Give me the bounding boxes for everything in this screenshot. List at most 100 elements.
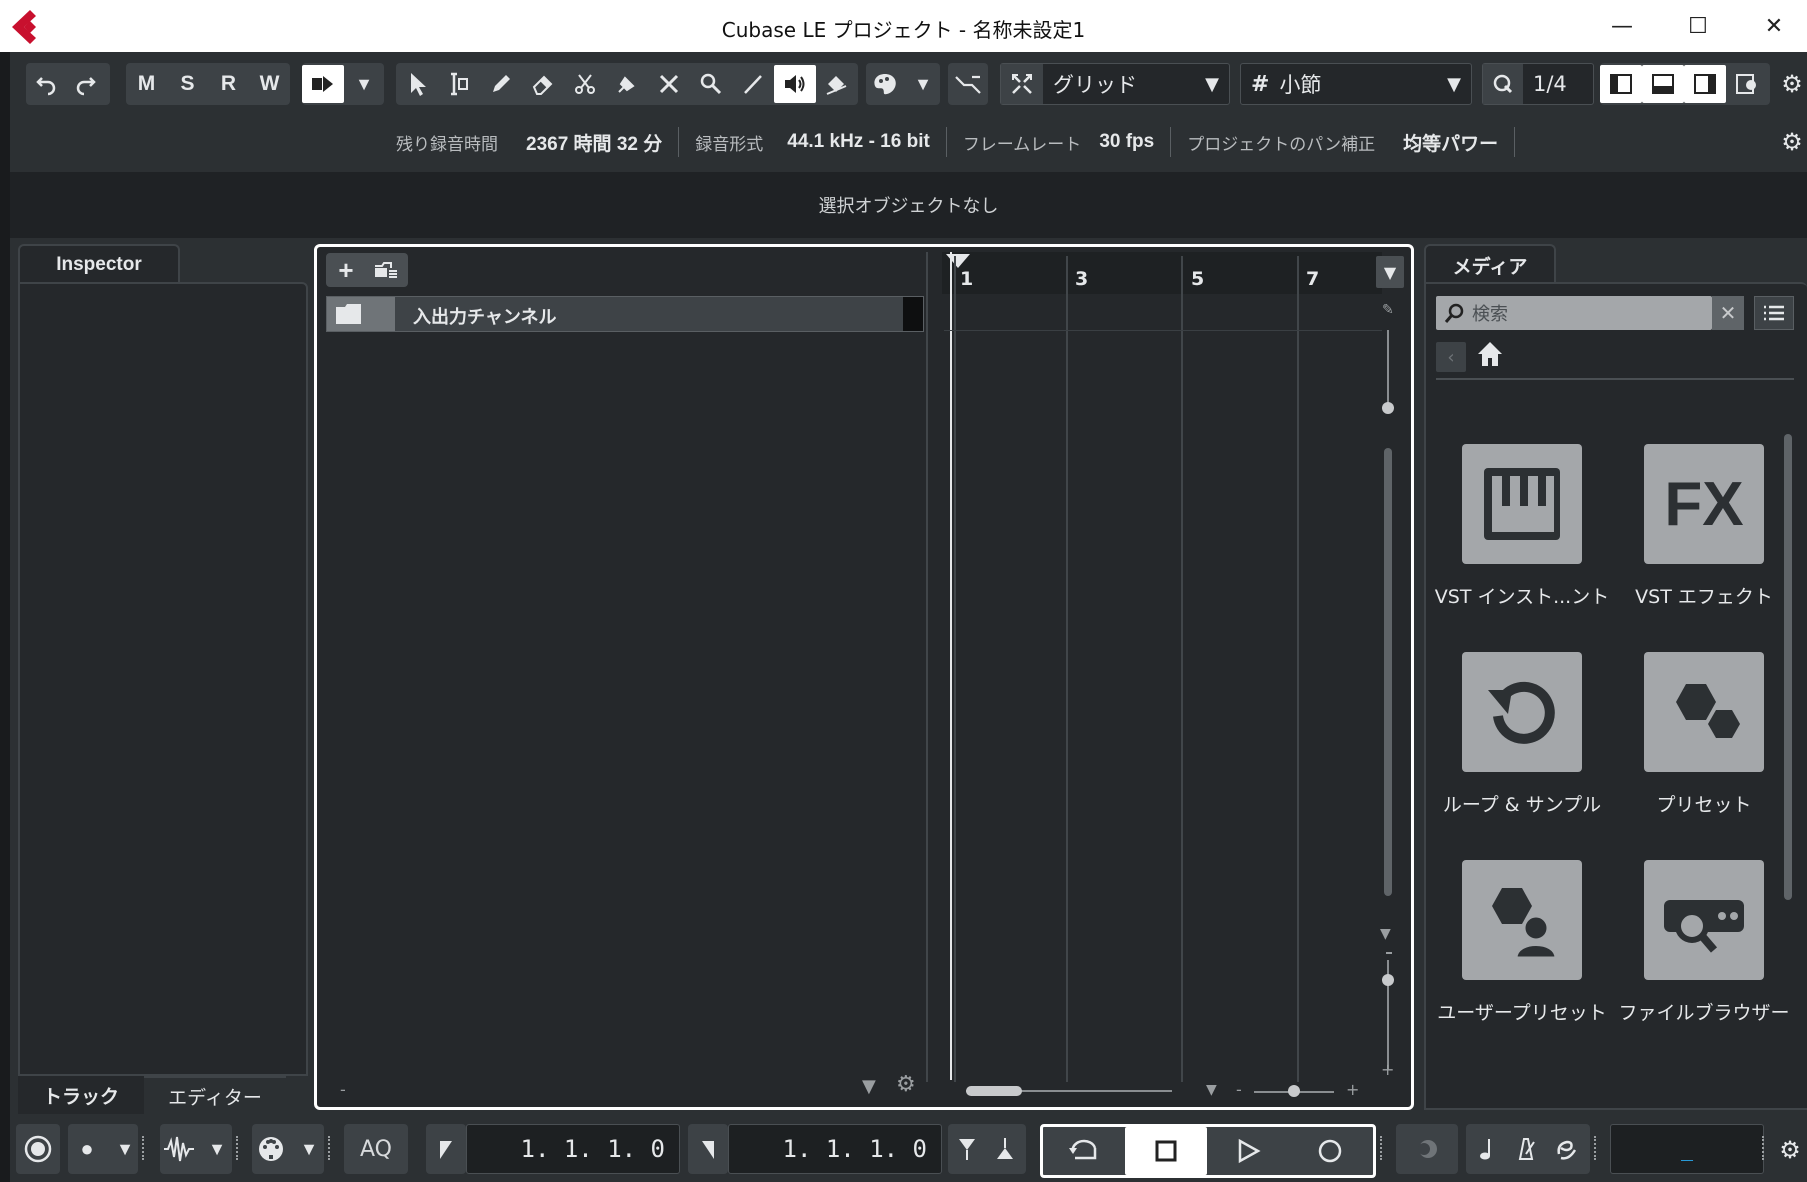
erase-tool[interactable] bbox=[522, 65, 564, 103]
media-search-input[interactable]: 検索 bbox=[1436, 296, 1712, 330]
vst-instruments-tile[interactable] bbox=[1462, 444, 1582, 564]
object-select-tool[interactable] bbox=[396, 65, 438, 103]
solo-button[interactable]: S bbox=[167, 65, 208, 103]
chevron-down-icon[interactable]: ▼ bbox=[1206, 1082, 1217, 1098]
vertical-scrollbar[interactable] bbox=[1384, 448, 1392, 896]
undo-button[interactable] bbox=[26, 65, 66, 103]
auto-scroll-button[interactable] bbox=[948, 65, 988, 103]
play-button[interactable] bbox=[1207, 1127, 1289, 1175]
punch-in-button[interactable] bbox=[948, 1130, 986, 1168]
play-tool[interactable] bbox=[774, 65, 816, 103]
file-browser-tile[interactable] bbox=[1644, 860, 1764, 980]
zoom-tool[interactable] bbox=[690, 65, 732, 103]
performance-meter-button[interactable] bbox=[16, 1130, 60, 1168]
grip-divider[interactable] bbox=[328, 1136, 332, 1160]
vst-effects-tile[interactable]: FX bbox=[1644, 444, 1764, 564]
show-right-zone-button[interactable] bbox=[1684, 65, 1726, 103]
mute-button[interactable]: M bbox=[126, 65, 167, 103]
color-palette-dropdown[interactable]: ▼ bbox=[904, 65, 942, 103]
quantize-combo[interactable]: 1/4 bbox=[1482, 63, 1594, 105]
read-button[interactable]: R bbox=[208, 65, 249, 103]
split-tool[interactable] bbox=[564, 65, 606, 103]
pan-law-value[interactable]: 均等パワー bbox=[1403, 129, 1498, 156]
track-height-slider[interactable] bbox=[1387, 330, 1389, 406]
range-select-tool[interactable] bbox=[438, 65, 480, 103]
precount-button[interactable] bbox=[1466, 1130, 1506, 1168]
record-button[interactable] bbox=[1289, 1127, 1371, 1175]
midi-button[interactable] bbox=[252, 1130, 290, 1168]
ruler-menu-button[interactable]: ▼ bbox=[1376, 256, 1404, 288]
grip-divider[interactable] bbox=[1380, 1136, 1384, 1160]
tab-track[interactable]: トラック bbox=[18, 1076, 144, 1114]
midi-dropdown[interactable]: ▼ bbox=[290, 1130, 328, 1168]
track-height-handle[interactable] bbox=[1382, 402, 1394, 414]
go-to-left-locator-button[interactable] bbox=[426, 1130, 466, 1168]
left-locator-display[interactable]: 1. 1. 1. 0 bbox=[466, 1124, 680, 1174]
media-home-button[interactable] bbox=[1476, 340, 1506, 372]
audio-dropdown[interactable]: ▼ bbox=[198, 1130, 236, 1168]
record-format-value[interactable]: 44.1 kHz - 16 bit bbox=[787, 131, 930, 153]
zoom-in-icon[interactable]: + bbox=[1346, 1080, 1359, 1099]
track-list-sort-dropdown[interactable]: ▼ bbox=[862, 1076, 876, 1097]
color-tool[interactable] bbox=[816, 65, 858, 103]
grip-divider[interactable] bbox=[1762, 1136, 1766, 1160]
media-view-options-button[interactable] bbox=[1754, 296, 1794, 330]
tab-editor[interactable]: エディター bbox=[144, 1076, 286, 1114]
toolbar-settings-button[interactable]: ⚙ bbox=[1778, 66, 1806, 102]
remaining-time-value[interactable]: 2367 時間 32 分 bbox=[526, 129, 662, 156]
user-presets-tile[interactable] bbox=[1462, 860, 1582, 980]
tempo-track-button[interactable] bbox=[1546, 1130, 1586, 1168]
show-left-zone-button[interactable] bbox=[1600, 65, 1642, 103]
zoom-out-icon[interactable]: - bbox=[1236, 1080, 1242, 1099]
record-mode-button[interactable]: ● bbox=[68, 1130, 106, 1168]
grip-divider[interactable] bbox=[236, 1136, 240, 1160]
close-button[interactable]: ✕ bbox=[1740, 0, 1807, 52]
track-row[interactable]: 入出力チャンネル bbox=[326, 296, 924, 332]
glue-tool[interactable] bbox=[606, 65, 648, 103]
go-to-right-locator-button[interactable] bbox=[688, 1130, 728, 1168]
stop-button[interactable] bbox=[1125, 1127, 1207, 1175]
show-lower-zone-button[interactable] bbox=[1642, 65, 1684, 103]
track-menu-button[interactable] bbox=[366, 254, 406, 286]
write-button[interactable]: W bbox=[249, 65, 290, 103]
maximize-button[interactable]: ☐ bbox=[1664, 0, 1732, 52]
transport-settings-button[interactable]: ⚙ bbox=[1776, 1132, 1804, 1168]
horizontal-zoom-handle[interactable] bbox=[1288, 1085, 1300, 1097]
vertical-zoom-handle[interactable] bbox=[1382, 974, 1394, 986]
redo-button[interactable] bbox=[66, 65, 106, 103]
punch-out-button[interactable] bbox=[986, 1130, 1024, 1168]
add-track-button[interactable]: + bbox=[326, 254, 366, 286]
line-tool[interactable] bbox=[732, 65, 774, 103]
marker-display[interactable]: _ bbox=[1610, 1124, 1764, 1174]
minimize-button[interactable]: — bbox=[1588, 0, 1656, 52]
zoom-out-icon[interactable] bbox=[1386, 952, 1392, 954]
draw-tool[interactable] bbox=[480, 65, 522, 103]
grid-type-combo[interactable]: # 小節 ▼ bbox=[1240, 63, 1472, 105]
audio-button[interactable] bbox=[160, 1130, 198, 1168]
presets-tile[interactable] bbox=[1644, 652, 1764, 772]
tab-media[interactable]: メディア bbox=[1424, 244, 1556, 284]
tab-inspector[interactable]: Inspector bbox=[18, 244, 180, 284]
color-palette-button[interactable] bbox=[866, 65, 904, 103]
pencil-icon[interactable]: ✎ bbox=[1382, 302, 1400, 322]
clear-search-button[interactable]: ✕ bbox=[1712, 296, 1744, 330]
frame-rate-value[interactable]: 30 fps bbox=[1099, 131, 1154, 153]
grip-divider[interactable] bbox=[142, 1136, 146, 1160]
setup-window-layout-button[interactable] bbox=[1726, 65, 1768, 103]
right-locator-display[interactable]: 1. 1. 1. 0 bbox=[728, 1124, 942, 1174]
track-list-divider[interactable] bbox=[926, 252, 928, 1082]
media-scrollbar[interactable] bbox=[1784, 434, 1792, 900]
record-mode-dropdown[interactable]: ▼ bbox=[106, 1130, 144, 1168]
chevron-down-icon[interactable]: ▼ bbox=[1380, 926, 1391, 942]
audio-quantize-button[interactable]: AQ bbox=[344, 1124, 408, 1174]
autoscroll-dropdown[interactable]: ▼ bbox=[344, 65, 384, 103]
loops-samples-tile[interactable] bbox=[1462, 652, 1582, 772]
metronome-button[interactable] bbox=[1506, 1130, 1546, 1168]
cycle-button[interactable] bbox=[1043, 1127, 1125, 1175]
grip-divider[interactable] bbox=[1594, 1136, 1598, 1160]
horizontal-scrollbar-thumb[interactable] bbox=[966, 1086, 1022, 1096]
zoom-in-icon[interactable]: + bbox=[1381, 1060, 1394, 1079]
constrain-delay-button[interactable] bbox=[302, 65, 344, 103]
media-back-button[interactable]: ‹ bbox=[1436, 342, 1466, 372]
info-line-settings-button[interactable]: ⚙ bbox=[1778, 124, 1806, 160]
